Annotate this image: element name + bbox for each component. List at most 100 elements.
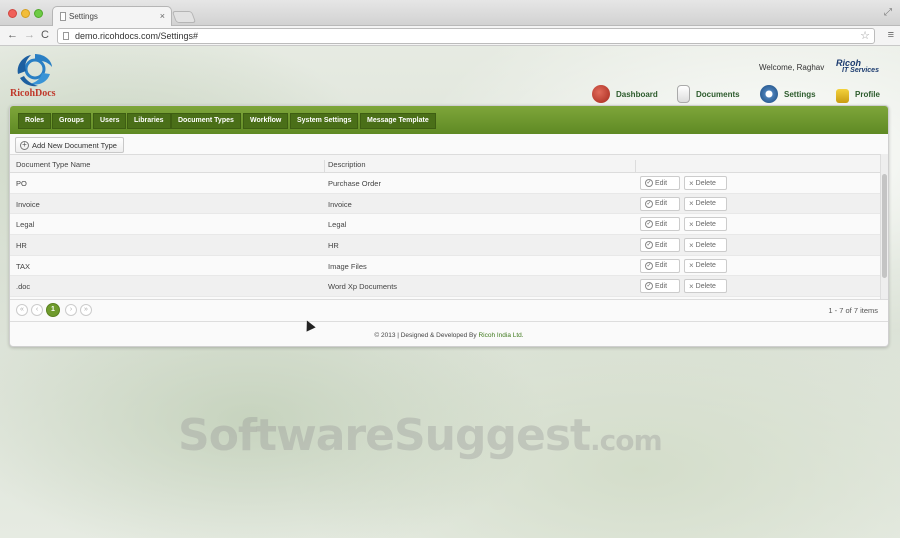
edit-icon: ✓ [645, 199, 653, 208]
cell-description: Image Files [328, 261, 367, 271]
delete-button[interactable]: × Delete [684, 279, 727, 294]
table-scrollbar[interactable] [880, 154, 888, 299]
cell-description: Word Xp Documents [328, 282, 398, 292]
settings-panel: Roles Groups Users Libraries Document Ty… [9, 105, 889, 347]
profile-icon [836, 89, 849, 103]
edit-label: Edit [655, 241, 668, 249]
table-row[interactable]: Legal Legal ✓ Edit × Delete [10, 214, 880, 236]
delete-icon: × [689, 281, 694, 291]
tab-users[interactable]: Users [93, 113, 127, 129]
table-row[interactable]: .doc Word Xp Documents ✓ Edit × Delete [10, 276, 880, 298]
delete-label: Delete [695, 179, 716, 187]
delete-icon: × [689, 240, 694, 250]
forward-icon[interactable]: → [24, 29, 35, 41]
edit-icon: ✓ [645, 261, 653, 270]
footer: © 2013 | Designed & Developed By Ricoh I… [10, 321, 888, 347]
tab-title: Settings [69, 12, 98, 21]
brand-line-1: Ricoh [836, 58, 862, 68]
footer-copyright: © 2013 | Designed & Developed By [374, 332, 477, 339]
add-button-label: Add New Document Type [32, 140, 117, 150]
edit-icon: ✓ [645, 282, 653, 291]
delete-button[interactable]: × Delete [684, 176, 727, 190]
scrollbar-thumb[interactable] [882, 174, 887, 278]
table-row[interactable]: TAX Image Files ✓ Edit × Delete [10, 256, 880, 277]
edit-button[interactable]: ✓ Edit [640, 176, 680, 190]
edit-button[interactable]: ✓ Edit [640, 196, 680, 211]
address-bar[interactable]: demo.ricohdocs.com/Settings# ☆ [57, 28, 875, 44]
tab-message-template[interactable]: Message Template [360, 113, 436, 129]
documents-icon [677, 85, 690, 103]
delete-button[interactable]: × Delete [684, 258, 727, 273]
next-page-button[interactable]: › [65, 304, 77, 316]
delete-label: Delete [695, 220, 716, 228]
delete-label: Delete [695, 241, 716, 249]
dashboard-icon [592, 85, 610, 103]
window-minimize-button[interactable] [21, 9, 30, 18]
browser-menu-icon[interactable]: ≡ [888, 29, 894, 41]
page-icon [60, 12, 66, 21]
last-page-button[interactable]: » [80, 304, 92, 316]
tab-roles[interactable]: Roles [18, 113, 52, 129]
edit-label: Edit [655, 220, 668, 228]
ricohdocs-logo[interactable]: RicohDocs [10, 52, 70, 100]
pagination: « ‹ 1 › » 1 - 7 of 7 items [10, 299, 888, 319]
nav-documents[interactable]: Documents [677, 84, 740, 104]
delete-button[interactable]: × Delete [684, 196, 727, 211]
delete-button[interactable]: × Delete [684, 238, 727, 253]
footer-company-link[interactable]: Ricoh India Ltd. [478, 332, 523, 339]
nav-dashboard[interactable]: Dashboard [592, 84, 658, 104]
delete-label: Delete [695, 200, 716, 208]
edit-icon: ✓ [645, 241, 653, 250]
window-maximize-button[interactable] [34, 9, 43, 18]
page-icon [63, 32, 69, 40]
edit-button[interactable]: ✓ Edit [640, 258, 680, 273]
delete-label: Delete [695, 282, 716, 290]
footer-text: © 2013 | Designed & Developed By Ricoh I… [374, 332, 523, 339]
table-row[interactable]: PO Purchase Order ✓ Edit × Delete [10, 173, 880, 194]
watermark-suffix: .com [590, 424, 663, 457]
table-row[interactable]: Invoice Invoice ✓ Edit × Delete [10, 193, 880, 215]
edit-button[interactable]: ✓ Edit [640, 238, 680, 253]
nav-settings[interactable]: Settings [760, 84, 816, 104]
page-number-button[interactable]: 1 [46, 303, 60, 317]
cell-description: Purchase Order [328, 179, 381, 188]
edit-button[interactable]: ✓ Edit [640, 279, 680, 294]
edit-icon: ✓ [645, 179, 653, 187]
new-tab-button[interactable] [171, 11, 197, 23]
edit-label: Edit [655, 200, 668, 208]
add-document-type-button[interactable]: + Add New Document Type [15, 137, 124, 153]
fullscreen-icon[interactable]: ⤢ [884, 7, 892, 18]
tab-system-settings[interactable]: System Settings [290, 113, 359, 129]
tab-document-types[interactable]: Document Types [171, 113, 241, 129]
reload-icon[interactable]: C [41, 29, 49, 41]
cell-name: PO [16, 179, 27, 188]
tab-libraries[interactable]: Libraries [127, 113, 171, 129]
column-header-description[interactable]: Description [328, 160, 366, 169]
delete-button[interactable]: × Delete [684, 217, 727, 232]
table-row[interactable]: HR HR ✓ Edit × Delete [10, 235, 880, 256]
tab-close-icon[interactable]: × [160, 11, 165, 21]
tab-workflow[interactable]: Workflow [243, 113, 289, 129]
brand-line-2: IT Services [842, 67, 879, 74]
prev-page-button[interactable]: ‹ [31, 304, 43, 316]
bookmark-star-icon[interactable]: ☆ [860, 29, 870, 42]
nav-profile[interactable]: Profile [836, 84, 880, 104]
delete-icon: × [689, 219, 694, 229]
pager-info: 1 - 7 of 7 items [828, 306, 878, 315]
column-divider [635, 160, 636, 172]
edit-button[interactable]: ✓ Edit [640, 217, 680, 232]
cell-description: HR [328, 241, 339, 251]
welcome-text: Welcome, Raghav [759, 63, 825, 72]
column-divider [324, 160, 325, 172]
window-close-button[interactable] [8, 9, 17, 18]
tab-groups[interactable]: Groups [52, 113, 91, 129]
cell-name: TAX [16, 261, 31, 271]
back-icon[interactable]: ← [7, 29, 18, 41]
first-page-button[interactable]: « [16, 304, 28, 316]
url-text[interactable]: demo.ricohdocs.com/Settings# [75, 31, 198, 41]
browser-toolbar: ← → C demo.ricohdocs.com/Settings# ☆ ≡ [0, 26, 900, 46]
cell-name: Invoice [16, 199, 40, 209]
column-header-name[interactable]: Document Type Name [16, 160, 90, 169]
browser-tab-settings[interactable]: Settings × [52, 6, 172, 26]
logo-mark-icon [17, 54, 52, 87]
